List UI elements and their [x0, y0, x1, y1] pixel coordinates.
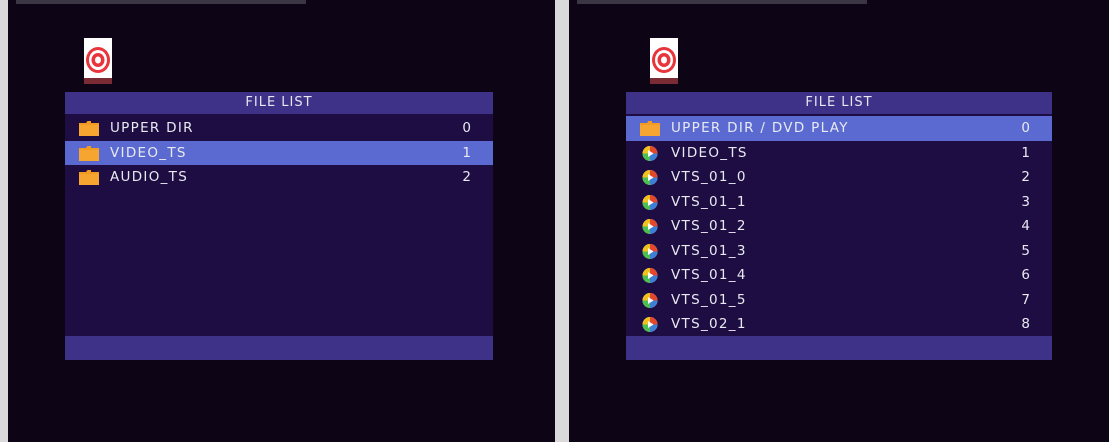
- item-index: 0: [462, 120, 471, 136]
- item-index: 7: [1021, 291, 1030, 308]
- file-list-panel: FILE LIST UPPER DIR / DVD PLAY 0 VIDEO_TS 1…: [626, 92, 1052, 360]
- media-logo-icon: [650, 38, 678, 84]
- item-name: VTS_01_0: [671, 169, 747, 185]
- list-item[interactable]: VTS_02_1 8: [626, 312, 1052, 337]
- item-index: 2: [462, 169, 471, 185]
- folder-icon: [79, 121, 99, 136]
- item-index: 3: [1021, 193, 1030, 210]
- folder-icon: [79, 145, 99, 161]
- item-index: 6: [1021, 267, 1030, 283]
- media-logo-icon: [84, 38, 112, 84]
- item-name: VTS_01_2: [671, 218, 747, 234]
- item-name: VTS_01_3: [671, 242, 747, 259]
- item-index: 1: [462, 144, 471, 161]
- disc-file-icon: [640, 268, 660, 283]
- item-name: UPPER DIR / DVD PLAY: [671, 120, 849, 136]
- item-index: 0: [1021, 120, 1030, 136]
- item-index: 5: [1021, 242, 1030, 259]
- item-name: AUDIO_TS: [110, 169, 189, 185]
- list-item[interactable]: UPPER DIR 0: [65, 116, 493, 141]
- panel-footer: [65, 336, 493, 360]
- folder-icon: [640, 121, 660, 136]
- disc-file-icon: [640, 219, 660, 234]
- list-item[interactable]: VTS_01_4 6: [626, 263, 1052, 288]
- list-item[interactable]: VTS_01_5 7: [626, 288, 1052, 313]
- disc-file-icon: [640, 170, 660, 185]
- disc-file-icon: [640, 243, 660, 259]
- panel-footer: [626, 336, 1052, 360]
- item-name: VTS_01_1: [671, 193, 747, 210]
- panel-header: FILE LIST: [626, 92, 1052, 114]
- list-item[interactable]: VTS_01_0 2: [626, 165, 1052, 190]
- item-index: 4: [1021, 218, 1030, 234]
- list-item[interactable]: UPPER DIR / DVD PLAY 0: [626, 116, 1052, 141]
- screen-left: FILE LIST UPPER DIR 0 VIDEO_TS 1 AUDIO_TS 2: [8, 0, 555, 442]
- folder-icon: [79, 170, 99, 185]
- item-index: 8: [1021, 316, 1030, 332]
- disc-file-icon: [640, 194, 660, 210]
- list-item[interactable]: VTS_01_3 5: [626, 239, 1052, 264]
- file-list: UPPER DIR / DVD PLAY 0 VIDEO_TS 1 VTS_01_0 2 V…: [626, 116, 1052, 337]
- item-name: VTS_01_4: [671, 267, 747, 283]
- item-name: UPPER DIR: [110, 120, 194, 136]
- item-name: VTS_02_1: [671, 316, 747, 332]
- disc-file-icon: [640, 292, 660, 308]
- item-name: VIDEO_TS: [110, 144, 187, 161]
- top-strip: [16, 0, 306, 4]
- item-name: VIDEO_TS: [671, 144, 748, 161]
- panel-header: FILE LIST: [65, 92, 493, 114]
- list-item[interactable]: VTS_01_1 3: [626, 190, 1052, 215]
- screen-right: FILE LIST UPPER DIR / DVD PLAY 0 VIDEO_TS 1…: [569, 0, 1109, 442]
- item-index: 2: [1021, 169, 1030, 185]
- disc-file-icon: [640, 317, 660, 332]
- item-name: VTS_01_5: [671, 291, 747, 308]
- top-strip: [577, 0, 867, 4]
- list-item[interactable]: VIDEO_TS 1: [626, 141, 1052, 166]
- file-list: UPPER DIR 0 VIDEO_TS 1 AUDIO_TS 2: [65, 116, 493, 190]
- list-item[interactable]: VTS_01_2 4: [626, 214, 1052, 239]
- item-index: 1: [1021, 144, 1030, 161]
- file-list-panel: FILE LIST UPPER DIR 0 VIDEO_TS 1 AUDIO_TS 2: [65, 92, 493, 360]
- disc-file-icon: [640, 145, 660, 161]
- list-item[interactable]: VIDEO_TS 1: [65, 140, 493, 165]
- list-item[interactable]: AUDIO_TS 2: [65, 165, 493, 190]
